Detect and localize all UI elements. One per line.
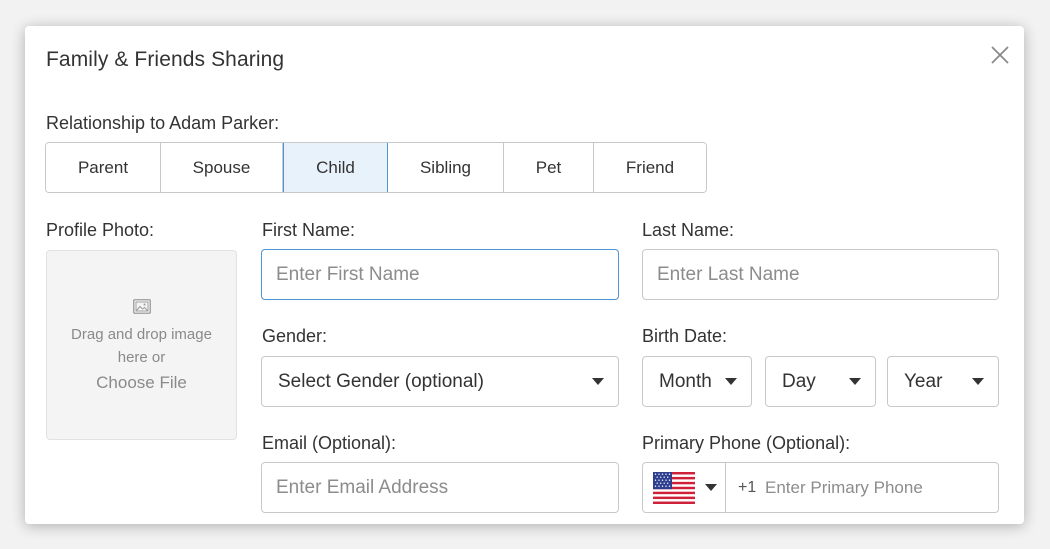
- relationship-option-parent[interactable]: Parent: [46, 143, 161, 192]
- birth-month-value: Month: [659, 370, 712, 392]
- last-name-input[interactable]: [642, 249, 999, 300]
- us-flag-icon: [653, 472, 695, 504]
- relationship-option-friend[interactable]: Friend: [594, 143, 706, 192]
- relationship-option-pet[interactable]: Pet: [504, 143, 594, 192]
- email-input[interactable]: [261, 462, 619, 513]
- birth-date-label: Birth Date:: [642, 326, 728, 346]
- first-name-label: First Name:: [262, 220, 356, 240]
- last-name-label: Last Name:: [642, 220, 735, 240]
- profile-photo-label: Profile Photo:: [46, 220, 155, 240]
- birth-year-select[interactable]: Year: [887, 356, 999, 407]
- phone-field: +1: [642, 462, 999, 513]
- drop-text-line1: Drag and drop image: [71, 326, 212, 343]
- relationship-selector: Parent Spouse Child Sibling Pet Friend: [45, 142, 707, 193]
- chevron-down-icon: [849, 378, 861, 385]
- chevron-down-icon: [592, 378, 604, 385]
- phone-label: Primary Phone (Optional):: [642, 433, 851, 453]
- gender-select[interactable]: Select Gender (optional): [261, 356, 619, 407]
- gender-select-value: Select Gender (optional): [278, 370, 484, 392]
- choose-file-link[interactable]: Choose File: [47, 371, 236, 394]
- family-sharing-dialog: Family & Friends Sharing Relationship to…: [25, 26, 1024, 524]
- email-label: Email (Optional):: [262, 433, 397, 453]
- gender-label: Gender:: [262, 326, 328, 346]
- chevron-down-icon: [972, 378, 984, 385]
- dial-code: +1: [738, 479, 757, 496]
- chevron-down-icon: [705, 484, 717, 491]
- birth-month-select[interactable]: Month: [642, 356, 752, 407]
- drop-text-line2: here or: [117, 349, 166, 366]
- relationship-option-sibling[interactable]: Sibling: [388, 143, 504, 192]
- photo-dropzone[interactable]: Drag and drop image here or Choose File: [46, 250, 237, 440]
- phone-input[interactable]: [763, 463, 993, 512]
- close-icon[interactable]: [989, 44, 1011, 66]
- relationship-option-child[interactable]: Child: [283, 143, 388, 192]
- dialog-title: Family & Friends Sharing: [46, 48, 285, 71]
- birth-day-value: Day: [782, 370, 816, 392]
- first-name-input[interactable]: [261, 249, 619, 300]
- birth-year-value: Year: [904, 370, 943, 392]
- relationship-option-spouse[interactable]: Spouse: [161, 143, 283, 192]
- country-code-select[interactable]: [643, 463, 726, 512]
- chevron-down-icon: [725, 378, 737, 385]
- relationship-label: Relationship to Adam Parker:: [46, 113, 280, 133]
- birth-day-select[interactable]: Day: [765, 356, 876, 407]
- image-icon: [133, 299, 151, 319]
